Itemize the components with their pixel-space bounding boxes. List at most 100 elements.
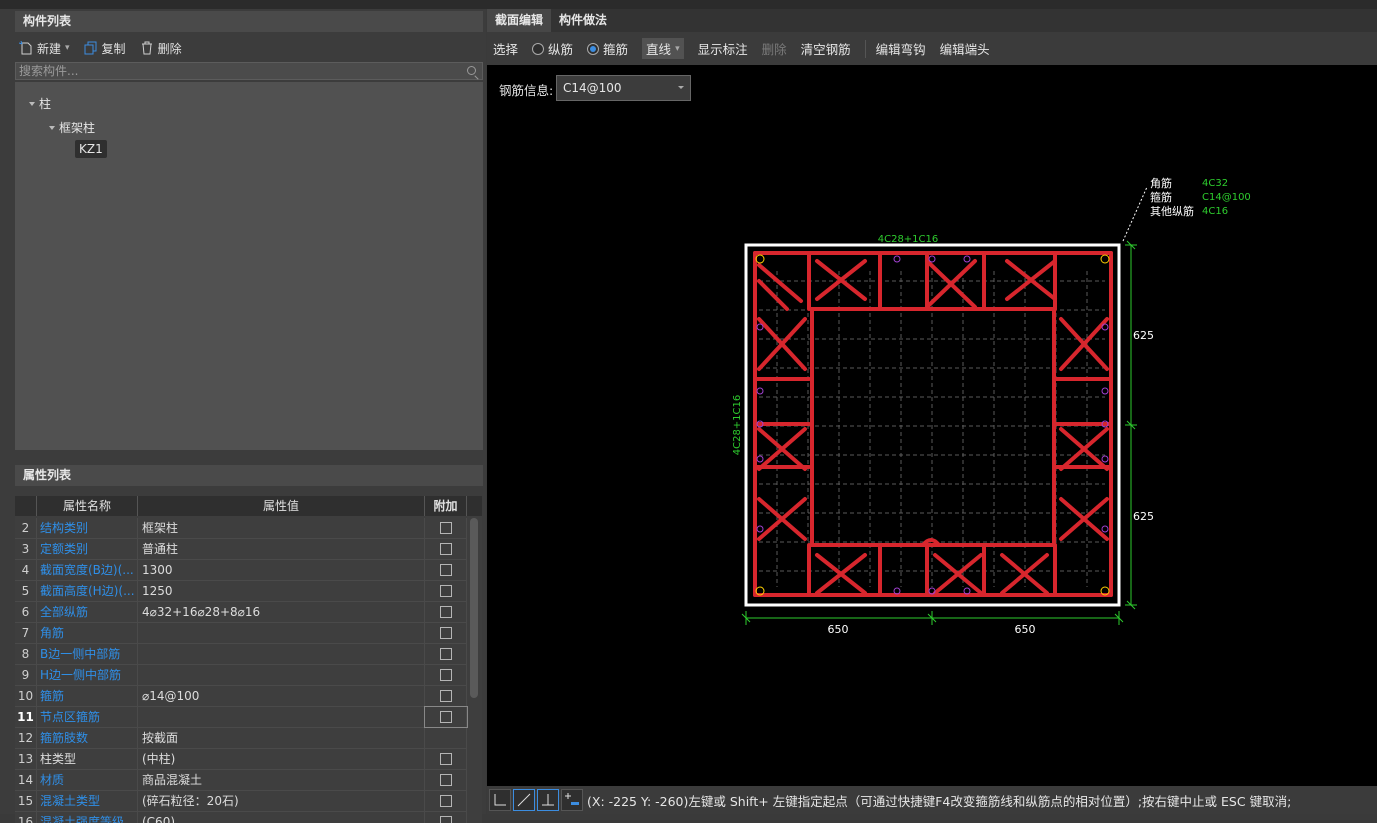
property-value[interactable]: 1250 <box>138 581 425 601</box>
property-value[interactable]: 商品混凝土 <box>138 770 425 790</box>
legend-labels: 角筋 箍筋 其他纵筋 <box>1150 177 1194 219</box>
property-value[interactable] <box>138 665 425 685</box>
status-text: (X: -225 Y: -260)左键或 Shift+ 左键指定起点（可通过快捷… <box>587 793 1292 809</box>
legend-corner-value: 4C32 <box>1202 178 1229 189</box>
extra-checkbox[interactable] <box>439 627 452 639</box>
corner-bar <box>755 254 765 264</box>
orthogonal-icon[interactable] <box>489 789 511 811</box>
legend-stirrup-label: 箍筋 <box>1150 191 1172 204</box>
header-extra: 附加 <box>425 496 467 516</box>
tree-node-frame-column[interactable]: 框架柱 <box>49 119 95 136</box>
table-row[interactable]: 6 全部纵筋 4⌀32+16⌀28+8⌀16 <box>15 602 467 623</box>
table-row[interactable]: 10 箍筋 ⌀14@100 <box>15 686 467 707</box>
property-name: 结构类别 <box>37 518 138 538</box>
row-number: 14 <box>15 770 37 790</box>
table-row[interactable]: 14 材质 商品混凝土 <box>15 770 467 791</box>
extra-checkbox[interactable] <box>439 564 452 576</box>
extra-cell <box>425 728 467 748</box>
left-panel: 构件列表 新建 ▾ 复制 删除 搜索构件... 柱 框架柱 KZ1 属性列表 属… <box>0 9 486 823</box>
row-number: 12 <box>15 728 37 748</box>
extra-checkbox[interactable] <box>439 648 452 660</box>
snap-icon[interactable] <box>561 789 583 811</box>
row-number: 11 <box>15 707 37 727</box>
extra-checkbox[interactable] <box>439 543 452 555</box>
property-value[interactable]: 1300 <box>138 560 425 580</box>
extra-checkbox[interactable] <box>439 606 452 618</box>
extra-checkbox[interactable] <box>439 711 452 723</box>
table-row[interactable]: 4 截面宽度(B边)(... 1300 <box>15 560 467 581</box>
extra-checkbox[interactable] <box>439 690 452 702</box>
dim-right-upper: 625 <box>1133 329 1154 342</box>
tree-node-kz1-label: KZ1 <box>75 140 107 158</box>
expand-icon[interactable] <box>49 125 55 130</box>
perpendicular-icon[interactable] <box>537 789 559 811</box>
table-row[interactable]: 12 箍筋肢数 按截面 <box>15 728 467 749</box>
copy-button[interactable]: 复制 <box>84 40 126 57</box>
scrollbar[interactable] <box>470 518 478 698</box>
property-name: 箍筋肢数 <box>37 728 138 748</box>
side-bar <box>756 323 764 331</box>
property-value[interactable]: (中柱) <box>138 749 425 769</box>
extra-checkbox[interactable] <box>439 753 452 765</box>
dim-bottom-right: 650 <box>1015 623 1036 636</box>
table-row[interactable]: 8 B边一侧中部筋 <box>15 644 467 665</box>
header-name: 属性名称 <box>37 496 138 516</box>
row-number: 10 <box>15 686 37 706</box>
trash-icon <box>140 41 154 55</box>
extra-checkbox[interactable] <box>439 585 452 597</box>
property-value[interactable] <box>138 707 425 727</box>
table-row[interactable]: 7 角筋 <box>15 623 467 644</box>
side-bar <box>756 525 764 533</box>
corner-bar <box>1100 254 1110 264</box>
new-dropdown-icon[interactable]: ▾ <box>65 43 70 53</box>
extra-checkbox[interactable] <box>439 774 452 786</box>
table-row[interactable]: 3 定额类别 普通柱 <box>15 539 467 560</box>
search-icon[interactable] <box>467 66 476 75</box>
side-bar <box>1101 387 1109 395</box>
extra-cell <box>425 581 467 601</box>
table-row[interactable]: 15 混凝土类型 (碎石粒径：20石) <box>15 791 467 812</box>
top-rebar-label: 4C28+1C16 <box>878 234 939 245</box>
property-name: 混凝土类型 <box>37 791 138 811</box>
table-row[interactable]: 2 结构类别 框架柱 <box>15 518 467 539</box>
row-number: 7 <box>15 623 37 643</box>
tree-node-column-label: 柱 <box>39 97 52 111</box>
side-bar <box>756 387 764 395</box>
expand-icon[interactable] <box>29 101 35 106</box>
row-number: 9 <box>15 665 37 685</box>
tree-node-column[interactable]: 柱 <box>29 95 51 112</box>
property-value[interactable]: 框架柱 <box>138 518 425 538</box>
component-list-title: 构件列表 <box>15 11 483 32</box>
property-value[interactable]: 按截面 <box>138 728 425 748</box>
status-bar: (X: -225 Y: -260)左键或 Shift+ 左键指定起点（可通过快捷… <box>487 786 1377 814</box>
property-name: B边一侧中部筋 <box>37 644 138 664</box>
extra-cell <box>425 644 467 664</box>
row-number: 15 <box>15 791 37 811</box>
new-button[interactable]: 新建 ▾ <box>18 40 70 57</box>
table-row[interactable]: 9 H边一侧中部筋 <box>15 665 467 686</box>
slant-line-icon[interactable] <box>513 789 535 811</box>
search-input[interactable]: 搜索构件... <box>15 62 483 80</box>
table-row[interactable]: 13 柱类型 (中柱) <box>15 749 467 770</box>
table-row[interactable]: 11 节点区箍筋 <box>15 706 468 728</box>
new-label: 新建 <box>37 41 62 56</box>
table-row[interactable]: 5 截面高度(H边)(... 1250 <box>15 581 467 602</box>
side-bar <box>963 255 971 263</box>
extra-checkbox[interactable] <box>439 522 452 534</box>
property-value[interactable] <box>138 623 425 643</box>
tree-node-frame-column-label: 框架柱 <box>59 121 96 135</box>
extra-cell <box>425 560 467 580</box>
property-value[interactable]: ⌀14@100 <box>138 686 425 706</box>
property-value[interactable] <box>138 644 425 664</box>
property-name: 材质 <box>37 770 138 790</box>
property-name: 截面高度(H边)(... <box>37 581 138 601</box>
section-canvas[interactable]: 4C28+1C16 4C28+1C16 625 625 650 650 <box>487 9 1377 786</box>
extra-checkbox[interactable] <box>439 816 452 823</box>
extra-checkbox[interactable] <box>439 795 452 807</box>
property-value[interactable]: (碎石粒径：20石) <box>138 791 425 811</box>
property-value[interactable]: 4⌀32+16⌀28+8⌀16 <box>138 602 425 622</box>
tree-node-kz1[interactable]: KZ1 <box>75 140 107 158</box>
property-value[interactable]: 普通柱 <box>138 539 425 559</box>
extra-checkbox[interactable] <box>439 669 452 681</box>
delete-button[interactable]: 删除 <box>140 40 182 57</box>
